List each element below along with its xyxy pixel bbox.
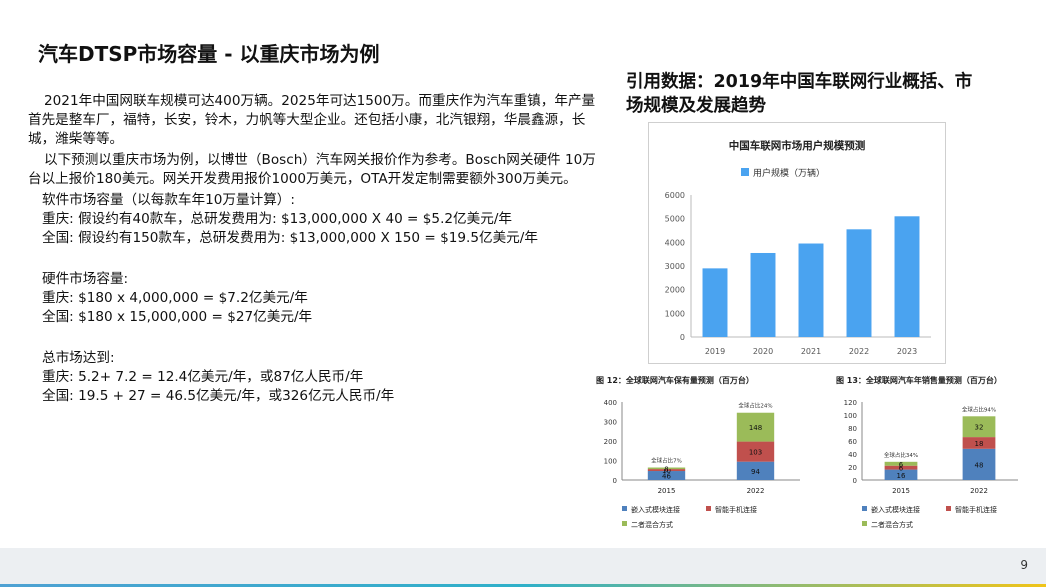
total-national: 全国: 19.5 + 27 = 46.5亿美元/年，或326亿元人民币/年 [42,388,395,404]
software-chongqing: 重庆: 假设约有40款车，总研发费用为: $13,000,000 X 40 = … [42,211,512,227]
y-tick-label: 6000 [665,191,685,200]
y-tick-label: 120 [844,399,857,407]
share-annotation: 全球占比24% [738,402,772,410]
chart-title: 图 13：全球联网汽车年销售量预测（百万台） [836,375,1002,385]
total-chongqing: 重庆: 5.2+ 7.2 = 12.4亿美元/年，或87亿人民币/年 [42,369,364,385]
data-label: 148 [749,424,762,432]
x-tick-label: 2023 [897,347,917,356]
x-tick-label: 2015 [658,487,676,495]
share-annotation: 全球占比34% [884,451,918,459]
legend-swatch [622,506,627,511]
y-tick-label: 5000 [665,215,685,224]
x-tick-label: 2022 [747,487,765,495]
bar [798,243,824,337]
bar [750,252,776,337]
global-sales-chart-svg: 图 13：全球联网汽车年销售量预测（百万台） 0 20 40 60 80 100 120 16 6… [836,375,1018,529]
data-label: 8 [664,465,668,473]
user-scale-chart: 中国车联网市场用户规模预测用户规模（万辆） 0 1000 2000 3000 4000 50… [648,122,946,364]
y-tick-label: 60 [848,438,857,446]
legend-label: 智能手机连接 [715,505,757,514]
legend-swatch [946,506,951,511]
data-label: 18 [975,440,984,448]
y-tick-label: 2000 [665,286,685,295]
legend-label: 二者混合方式 [631,520,673,529]
y-tick-label: 200 [604,438,617,446]
legend-swatch [622,521,627,526]
global-fleet-chart: 图 12：全球联网汽车保有量预测（百万台） 0 100 200 300 400 46 10 8 全… [592,370,814,538]
hardware-heading: 硬件市场容量: [42,271,129,287]
data-label: 6 [899,461,904,469]
user-scale-chart-svg: 中国车联网市场用户规模预测用户规模（万辆） 0 1000 2000 3000 4000 50… [665,139,931,356]
y-tick-label: 1000 [665,309,685,318]
legend-swatch [741,168,749,176]
hardware-chongqing: 重庆: $180 x 4,000,000 = $7.2亿美元/年 [42,290,308,306]
citation-title: 引用数据：2019年中国车联网行业概括、市场规模及发展趋势 [626,72,973,116]
bar [846,229,872,337]
x-tick-label: 2022 [970,487,988,495]
data-label: 16 [897,472,906,480]
y-tick-label: 40 [848,451,857,459]
legend-label: 嵌入式模块连接 [871,505,920,514]
total-heading: 总市场达到: [42,350,115,366]
y-tick-label: 4000 [665,238,685,247]
assumption-paragraph: 以下预测以重庆市场为例，以博世（Bosch）汽车网关报价作为参考。Bosch网关… [28,152,596,187]
legend-swatch [862,506,867,511]
x-tick-label: 2015 [892,487,910,495]
body-text: 2021年中国网联车规模可达400万辆。2025年可达1500万。而重庆作为汽车… [28,92,598,406]
x-tick-label: 2020 [753,347,773,356]
legend-label: 智能手机连接 [955,505,997,514]
slide-title: 汽车DTSP市场容量 - 以重庆市场为例 [38,42,380,66]
y-tick-label: 400 [604,399,617,407]
global-fleet-chart-svg: 图 12：全球联网汽车保有量预测（百万台）010020030040046108全… [596,375,800,529]
y-tick-label: 0 [853,477,857,485]
x-tick-label: 2021 [801,347,821,356]
software-national: 全国: 假设约有150款车，总研发费用为: $13,000,000 X 150 … [42,230,538,246]
legend-swatch [862,521,867,526]
share-annotation: 全球占比7% [651,457,682,465]
global-sales-chart: 图 13：全球联网汽车年销售量预测（百万台） 0 20 40 60 80 100 120 16 6… [832,370,1032,538]
bar [894,216,920,337]
y-tick-label: 80 [848,425,857,433]
y-tick-label: 100 [604,458,617,466]
intro-paragraph: 2021年中国网联车规模可达400万辆。2025年可达1500万。而重庆作为汽车… [28,93,596,147]
y-tick-label: 0 [613,477,617,485]
y-tick-label: 300 [604,419,617,427]
data-label: 103 [749,449,762,457]
chart-title: 图 12：全球联网汽车保有量预测（百万台） [596,375,754,385]
legend-swatch [706,506,711,511]
y-tick-label: 3000 [665,262,685,271]
data-label: 48 [975,461,984,469]
data-label: 32 [975,424,984,432]
footer-band [0,548,1046,587]
chart-title: 中国车联网市场用户规模预测 [729,139,866,152]
y-tick-label: 20 [848,464,857,472]
data-label: 94 [751,468,760,476]
legend-label: 嵌入式模块连接 [631,505,680,514]
x-tick-label: 2019 [705,347,725,356]
share-annotation: 全球占比94% [962,405,996,413]
legend-label: 二者混合方式 [871,520,913,529]
y-tick-label: 0 [680,333,685,342]
page-number: 9 [1020,558,1028,572]
legend-label: 用户规模（万辆） [753,167,825,179]
software-heading: 软件市场容量（以每款车年10万量计算）: [42,192,295,208]
y-tick-label: 100 [844,412,857,420]
bar [702,268,728,337]
x-tick-label: 2022 [849,347,869,356]
hardware-national: 全国: $180 x 15,000,000 = $27亿美元/年 [42,309,313,325]
